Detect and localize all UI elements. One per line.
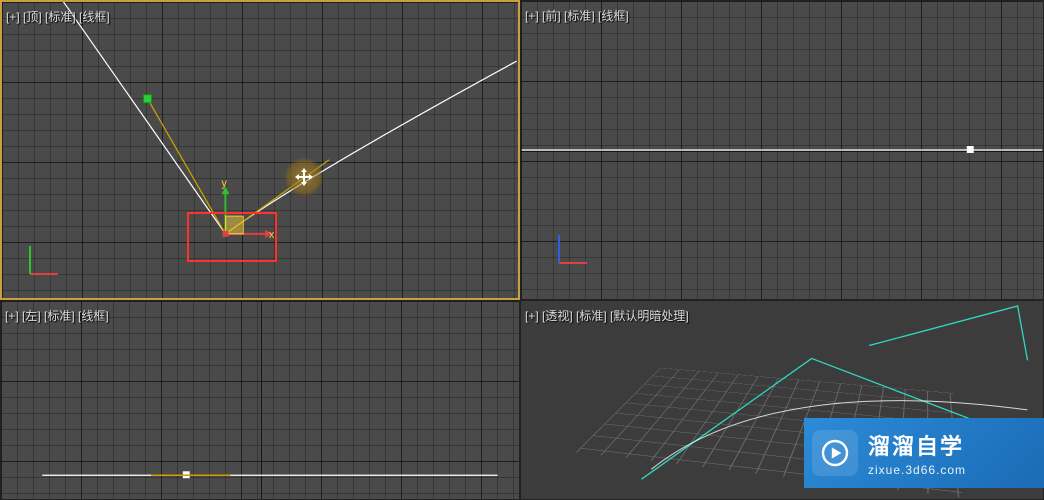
- move-cursor-icon: [284, 157, 324, 197]
- axis-tripod-icon: [551, 227, 595, 271]
- grid-major: [521, 1, 1043, 299]
- play-icon: [812, 430, 858, 476]
- viewport-top-overlay: x y: [2, 2, 518, 298]
- viewport-top[interactable]: [+] [顶] [标准] [线框] x y: [0, 0, 520, 300]
- watermark-subtitle: zixue.3d66.com: [868, 463, 966, 477]
- watermark-badge: 溜溜自学 zixue.3d66.com: [804, 418, 1044, 488]
- axis-y-label: y: [222, 178, 228, 190]
- selection-rectangle: [187, 212, 277, 262]
- grid-major: [1, 301, 519, 499]
- watermark-text: 溜溜自学 zixue.3d66.com: [868, 429, 966, 477]
- grid-minor: [2, 2, 518, 298]
- viewport-label[interactable]: [+] [顶] [标准] [线框]: [6, 8, 110, 25]
- axis-x-label: x: [269, 229, 275, 241]
- center-axis-v: [261, 301, 262, 499]
- center-axis-h: [521, 151, 1043, 152]
- viewport-label[interactable]: [+] [透视] [标准] [默认明暗处理]: [525, 307, 689, 324]
- viewport-front[interactable]: [+] [前] [标准] [线框]: [520, 0, 1044, 300]
- viewport-label[interactable]: [+] [左] [标准] [线框]: [5, 307, 109, 324]
- grid-minor: [1, 301, 519, 499]
- viewport-left[interactable]: [+] [左] [标准] [线框]: [0, 300, 520, 500]
- viewport-front-overlay: [521, 1, 1043, 299]
- viewport-left-overlay: [1, 301, 519, 499]
- axis-tripod-icon: [22, 238, 66, 282]
- viewport-label[interactable]: [+] [前] [标准] [线框]: [525, 7, 629, 24]
- watermark-title: 溜溜自学: [868, 429, 966, 461]
- grid-minor: [521, 1, 1043, 299]
- grid-major: [2, 2, 518, 298]
